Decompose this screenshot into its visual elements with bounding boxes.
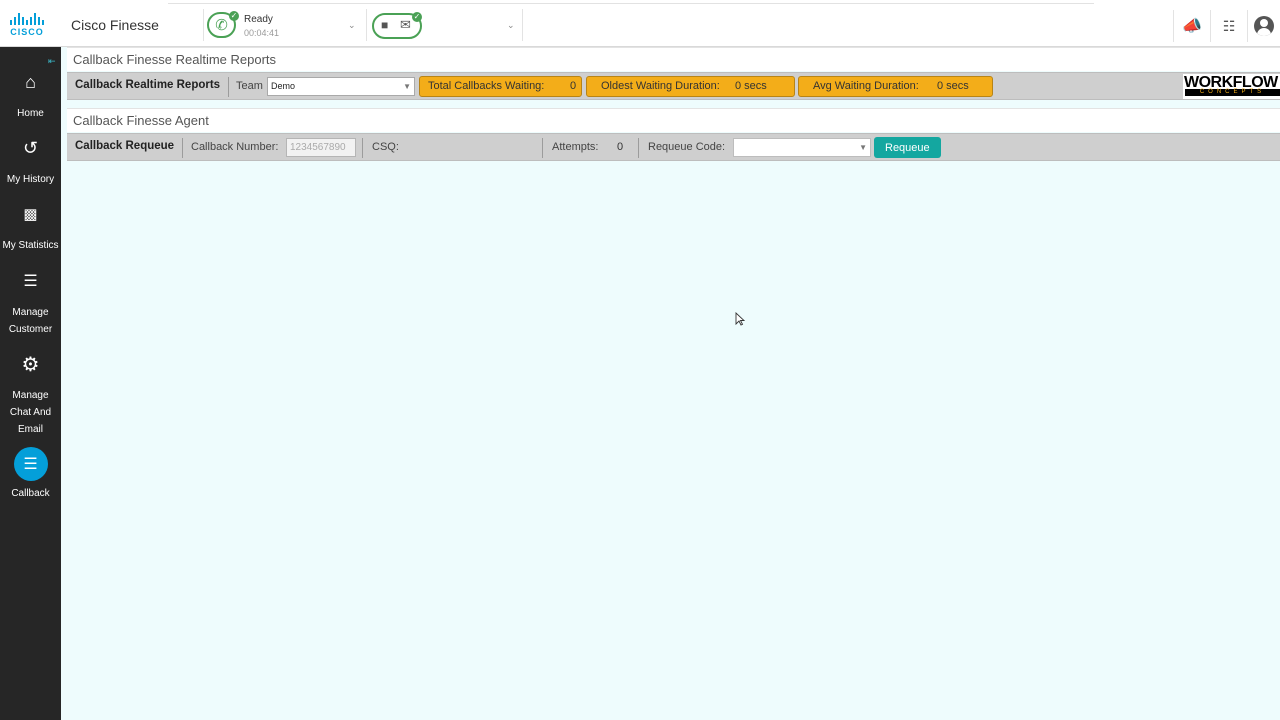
mail-icon: ✉	[400, 17, 411, 32]
voice-state-timer: 00:04:41	[244, 28, 280, 38]
user-menu[interactable]	[1247, 10, 1280, 42]
oldest-waiting-value: 0 secs	[735, 80, 767, 92]
nav-label: My Statistics	[2, 240, 59, 251]
chevron-down-icon: ▼	[859, 143, 867, 152]
avg-waiting-duration-badge: Avg Waiting Duration: 0 secs	[798, 76, 993, 97]
oldest-waiting-label: Oldest Waiting Duration:	[601, 80, 720, 92]
team-label: Team	[236, 80, 263, 92]
top-header: CISCO Cisco Finesse ✆ ✓ Ready 00:04:41 ⌄…	[0, 0, 1280, 47]
ready-check-icon: ✓	[412, 12, 422, 22]
team-select-value: Demo	[271, 81, 296, 91]
nav-label-line2: Customer	[8, 324, 53, 335]
gear-icon: ⚙	[21, 353, 40, 376]
app-title: Cisco Finesse	[71, 17, 159, 33]
agent-panel-title: Callback Finesse Agent	[67, 108, 1280, 132]
header-actions: 📣 ☷	[1173, 10, 1280, 42]
header-divider	[203, 9, 204, 41]
manage-customer-icon: ☰	[23, 273, 38, 290]
avg-waiting-label: Avg Waiting Duration:	[813, 80, 919, 92]
total-waiting-value: 0	[570, 80, 577, 92]
voice-state-label: Ready	[244, 14, 273, 25]
attempts-value: 0	[617, 141, 624, 153]
logo-bottom-text: CONCEPTS	[1185, 89, 1280, 96]
callback-number-input[interactable]: 1234567890	[286, 138, 356, 157]
nav-home[interactable]: ⌂ Home	[0, 65, 61, 122]
callback-number-placeholder: 1234567890	[290, 142, 346, 153]
history-icon: ↺	[22, 137, 39, 158]
header-divider	[522, 9, 523, 41]
chevron-down-icon[interactable]: ⌄	[507, 20, 515, 31]
nav-label: Home	[17, 108, 44, 119]
nav-manage-customer[interactable]: ☰ Manage Customer	[0, 264, 61, 338]
agent-toolbar-title: Callback Requeue	[75, 140, 175, 152]
browser-edge	[168, 0, 1094, 4]
total-waiting-label: Total Callbacks Waiting:	[428, 80, 545, 92]
toolbar-divider	[542, 138, 543, 158]
digital-channels-state[interactable]: ■ ✉ ✓	[372, 12, 422, 39]
left-navigation: ⇤ ⌂ Home ↺ My History ▩ My Statistics ☰ …	[0, 47, 61, 720]
nav-label-line2: Chat And	[9, 407, 52, 418]
chevron-down-icon: ▼	[403, 82, 411, 91]
chevron-down-icon: ⌄	[348, 20, 356, 30]
attempts-label: Attempts:	[552, 141, 599, 153]
ready-check-icon: ✓	[229, 11, 239, 21]
reports-toolbar-title: Callback Realtime Reports	[75, 79, 221, 91]
cisco-logo: CISCO	[5, 13, 49, 39]
nav-label-line3: Email	[17, 424, 43, 435]
workflow-concepts-logo: WORKFLOW CONCEPTS	[1183, 74, 1280, 99]
toolbar-divider	[638, 138, 639, 158]
broadcast-icon[interactable]: 📣	[1173, 10, 1210, 42]
nav-my-history[interactable]: ↺ My History	[0, 131, 61, 188]
callback-number-label: Callback Number:	[191, 141, 279, 153]
nav-label: Manage	[12, 307, 49, 318]
voice-state-selector[interactable]: ✆ ✓ Ready 00:04:41 ⌄	[207, 10, 365, 42]
user-avatar-icon	[1254, 16, 1274, 36]
nav-label: My History	[6, 174, 55, 185]
nav-my-statistics[interactable]: ▩ My Statistics	[0, 197, 61, 254]
statistics-icon: ▩	[23, 206, 38, 223]
oldest-waiting-duration-badge: Oldest Waiting Duration: 0 secs	[586, 76, 795, 97]
callback-icon: ☰	[13, 447, 48, 481]
csq-label: CSQ:	[372, 141, 399, 153]
reports-panel-title: Callback Finesse Realtime Reports	[67, 47, 1280, 71]
mouse-cursor-icon	[735, 312, 745, 326]
nav-label: Callback	[11, 488, 50, 499]
team-select[interactable]: Demo ▼	[267, 77, 415, 96]
avg-waiting-value: 0 secs	[937, 80, 969, 92]
reports-toolbar: Callback Realtime Reports Team Demo ▼ To…	[67, 72, 1280, 100]
nav-label: Manage	[12, 390, 49, 401]
requeue-code-label: Requeue Code:	[648, 141, 726, 153]
requeue-code-select[interactable]: ▼	[733, 138, 871, 157]
chat-icon: ■	[381, 18, 389, 32]
agent-toolbar: Callback Requeue Callback Number: 123456…	[67, 133, 1280, 161]
nav-callback[interactable]: ☰ Callback	[0, 447, 61, 502]
logo-text: CISCO	[10, 27, 44, 37]
nav-manage-chat-and-email[interactable]: ⚙ Manage Chat And Email	[0, 347, 61, 438]
total-callbacks-waiting-badge: Total Callbacks Waiting: 0	[419, 76, 582, 97]
home-icon: ⌂	[25, 71, 36, 92]
toolbar-divider	[182, 138, 183, 158]
header-divider	[366, 9, 367, 41]
toolbar-divider	[228, 77, 229, 97]
dialpad-icon[interactable]: ☷	[1210, 10, 1247, 42]
requeue-button[interactable]: Requeue	[874, 137, 941, 158]
toolbar-divider	[362, 138, 363, 158]
